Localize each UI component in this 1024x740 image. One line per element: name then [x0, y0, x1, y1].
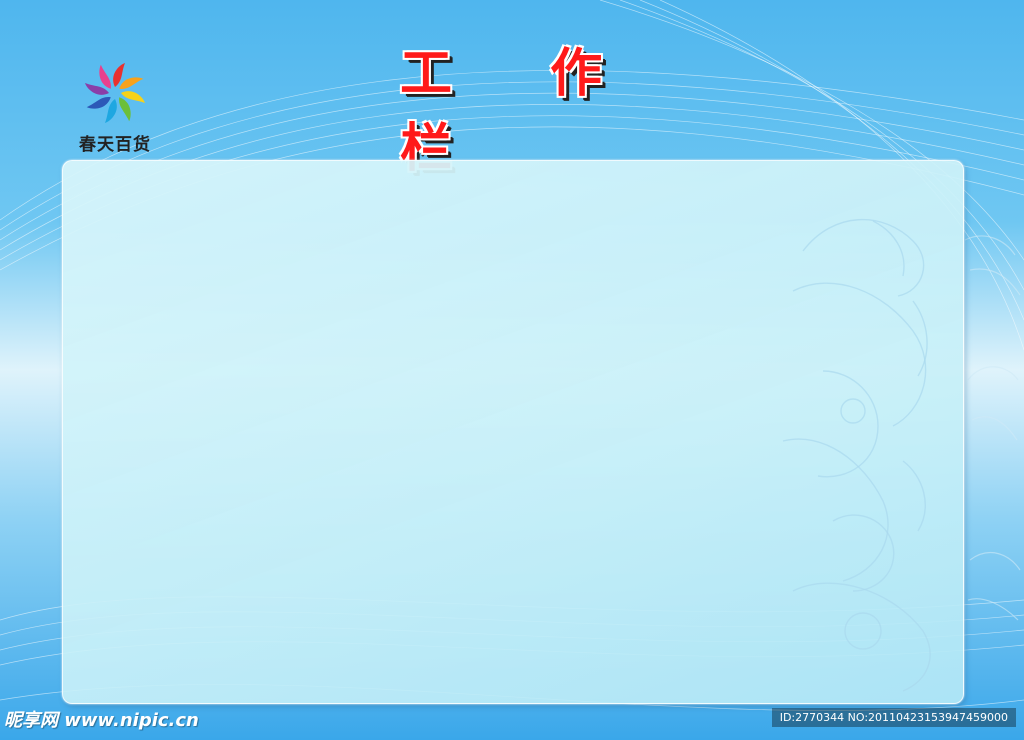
- floral-pattern-icon: [782, 219, 931, 692]
- page-title: 工 作 栏: [360, 44, 660, 179]
- page-title-text: 工 作 栏: [400, 44, 643, 179]
- content-board: [62, 160, 964, 704]
- flower-logo-icon: [85, 63, 145, 123]
- brand-name: 春天百货: [79, 135, 151, 155]
- site-watermark: 昵享网 www.nipic.cn: [4, 710, 199, 731]
- image-id-watermark: ID:2770344 NO:20110423153947459000: [771, 708, 1016, 727]
- brand-logo: 春天百货: [70, 58, 160, 155]
